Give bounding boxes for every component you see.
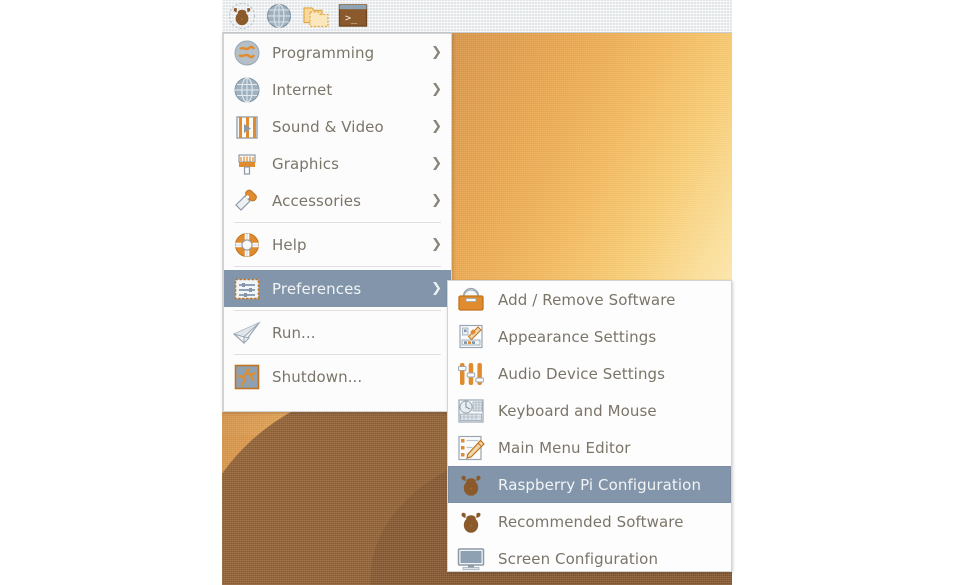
chevron-right-icon: ❯: [431, 45, 442, 60]
audio-sliders-icon: [455, 359, 487, 389]
menu-item-internet[interactable]: Internet ❯: [224, 71, 451, 108]
software-basket-icon: [455, 285, 487, 315]
sound-video-icon: [232, 112, 262, 142]
submenu-item-main-menu-editor[interactable]: Main Menu Editor: [448, 429, 731, 466]
globe-icon: [232, 75, 262, 105]
raspberry-menu-button[interactable]: [227, 2, 257, 30]
menu-item-label: Graphics: [272, 154, 340, 173]
submenu-item-label: Add / Remove Software: [498, 290, 676, 309]
submenu-item-label: Screen Configuration: [498, 549, 659, 568]
menu-item-preferences[interactable]: Preferences ❯: [224, 270, 451, 307]
preferences-submenu: Add / Remove Software Appearance Setting…: [447, 280, 732, 572]
menu-editor-pencil-icon: [455, 433, 487, 463]
menu-item-label: Shutdown...: [272, 367, 363, 386]
submenu-item-label: Recommended Software: [498, 512, 684, 531]
menu-item-label: Run...: [272, 323, 316, 342]
terminal-button[interactable]: >_: [338, 2, 368, 30]
chevron-right-icon: ❯: [431, 82, 442, 97]
menu-item-help[interactable]: Help ❯: [224, 226, 451, 263]
menu-item-label: Preferences: [272, 279, 362, 298]
submenu-item-screen-configuration[interactable]: Screen Configuration: [448, 540, 731, 577]
swiss-knife-icon: [232, 186, 262, 216]
menu-item-sound-and-video[interactable]: Sound & Video ❯: [224, 108, 451, 145]
submenu-item-recommended-software[interactable]: Recommended Software: [448, 503, 731, 540]
menu-separator: [234, 266, 441, 267]
menu-item-programming[interactable]: Programming ❯: [224, 34, 451, 71]
chevron-right-icon: ❯: [431, 193, 442, 208]
submenu-item-add-remove-software[interactable]: Add / Remove Software: [448, 281, 731, 318]
menu-separator: [234, 310, 441, 311]
chevron-right-icon: ❯: [431, 119, 442, 134]
submenu-item-keyboard-and-mouse[interactable]: Keyboard and Mouse: [448, 392, 731, 429]
chevron-right-icon: ❯: [431, 156, 442, 171]
lifebuoy-icon: [232, 230, 262, 260]
globe-icon: [266, 3, 292, 29]
menu-item-label: Sound & Video: [272, 117, 384, 136]
monitor-icon: [455, 544, 487, 574]
chevron-right-icon: ❯: [431, 281, 442, 296]
main-application-menu: Programming ❯ Internet ❯ Sound & Video ❯…: [222, 33, 452, 412]
menu-item-label: Internet: [272, 80, 333, 99]
raspberry-pi-icon: [455, 507, 487, 537]
appearance-palette-icon: [455, 322, 487, 352]
submenu-item-label: Appearance Settings: [498, 327, 657, 346]
folder-icon: [303, 7, 329, 28]
paintbrush-icon: [232, 149, 262, 179]
sliders-icon: [232, 274, 262, 304]
menu-item-label: Help: [272, 235, 307, 254]
submenu-item-label: Keyboard and Mouse: [498, 401, 657, 420]
shutdown-runner-icon: [232, 362, 262, 392]
menu-separator: [234, 222, 441, 223]
submenu-item-label: Main Menu Editor: [498, 438, 631, 457]
menu-item-graphics[interactable]: Graphics ❯: [224, 145, 451, 182]
raspberry-pi-icon: [228, 2, 256, 30]
terminal-icon: >_: [338, 4, 368, 27]
menu-item-run[interactable]: Run...: [224, 314, 451, 351]
chevron-right-icon: ❯: [431, 237, 442, 252]
submenu-item-audio-device-settings[interactable]: Audio Device Settings: [448, 355, 731, 392]
submenu-item-appearance-settings[interactable]: Appearance Settings: [448, 318, 731, 355]
submenu-item-label: Raspberry Pi Configuration: [498, 475, 702, 494]
submenu-item-raspberry-pi-configuration[interactable]: Raspberry Pi Configuration: [448, 466, 731, 503]
menu-item-label: Accessories: [272, 191, 362, 210]
keyboard-mouse-icon: [455, 396, 487, 426]
raspberry-pi-icon: [455, 470, 487, 500]
file-manager-button[interactable]: [301, 2, 331, 30]
programming-icon: [232, 38, 262, 68]
menu-item-label: Programming: [272, 43, 375, 62]
svg-text:>_: >_: [345, 13, 358, 24]
menu-item-shutdown[interactable]: Shutdown...: [224, 358, 451, 395]
menu-item-accessories[interactable]: Accessories ❯: [224, 182, 451, 219]
paper-plane-icon: [232, 318, 262, 348]
web-browser-button[interactable]: [264, 2, 294, 30]
menu-separator: [234, 354, 441, 355]
taskbar: >_: [222, 0, 732, 33]
submenu-item-label: Audio Device Settings: [498, 364, 666, 383]
